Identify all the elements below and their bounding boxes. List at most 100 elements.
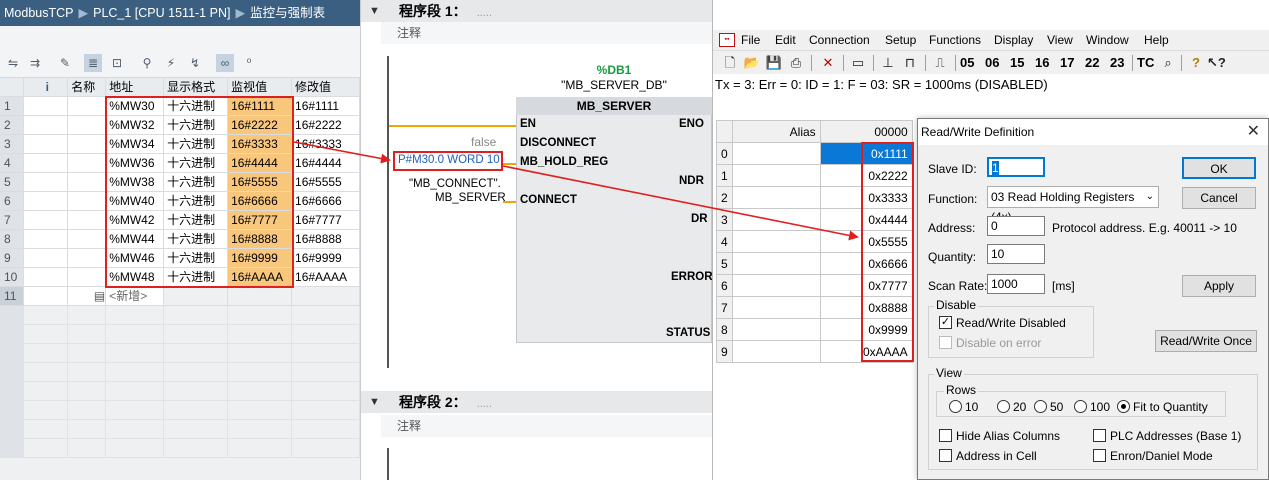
force-off-icon[interactable]: ↯: [186, 54, 204, 72]
register-value-cell[interactable]: 0x1111: [819, 142, 913, 165]
format-cell[interactable]: 十六进制: [163, 134, 229, 154]
address-cell[interactable]: %MW30: [105, 96, 165, 116]
register-row[interactable]: 0 0x1111: [716, 142, 913, 165]
disconnect-icon[interactable]: ⊓: [901, 51, 919, 75]
disable-on-error-checkbox[interactable]: [939, 336, 952, 349]
address-input[interactable]: 0: [987, 216, 1045, 236]
format-cell[interactable]: 十六进制: [163, 153, 229, 173]
register-row[interactable]: 2 0x3333: [716, 186, 913, 209]
menu-setup[interactable]: Setup: [885, 30, 916, 50]
rw-once-button[interactable]: Read/Write Once: [1155, 330, 1257, 352]
function-block[interactable]: [516, 97, 712, 343]
monitor-all-icon[interactable]: ≣: [84, 54, 102, 72]
address-cell[interactable]: %MW36: [105, 153, 165, 173]
menu-view[interactable]: View: [1047, 30, 1073, 50]
breadcrumb-table[interactable]: 监控与强制表: [250, 6, 325, 20]
register-value-cell[interactable]: 0xAAAA: [819, 340, 913, 363]
alias-cell[interactable]: [731, 164, 821, 187]
register-value-cell[interactable]: 0x4444: [819, 208, 913, 231]
alias-cell[interactable]: [731, 274, 821, 297]
col-format-header[interactable]: 显示格式: [163, 78, 229, 97]
table-row[interactable]: 3 %MW34 十六进制 16#3333 16#3333: [0, 134, 360, 154]
single-read-icon[interactable]: ⎍: [931, 51, 949, 75]
address-cell[interactable]: %MW40: [105, 191, 165, 211]
modify-value-cell[interactable]: 16#AAAA: [291, 267, 360, 287]
connect-parameter-2[interactable]: MB_SERVER: [435, 192, 506, 204]
window-icon[interactable]: ▭: [849, 51, 867, 75]
network-2-comment[interactable]: 注释: [381, 415, 712, 437]
network-1-header[interactable]: ▼ 程序段 1：.....: [361, 0, 712, 22]
rows-50-radio[interactable]: [1034, 400, 1047, 413]
rows-fit-radio[interactable]: [1117, 400, 1130, 413]
modify-value-cell[interactable]: 16#4444: [291, 153, 360, 173]
name-cell[interactable]: [67, 267, 107, 287]
fn-17-button[interactable]: 17: [1060, 51, 1074, 75]
format-cell[interactable]: 十六进制: [163, 191, 229, 211]
address-cell[interactable]: %MW46: [105, 248, 165, 268]
name-cell[interactable]: [67, 248, 107, 268]
address-cell[interactable]: %MW44: [105, 229, 165, 249]
fn-15-button[interactable]: 15: [1010, 51, 1024, 75]
col-address-header[interactable]: 地址: [105, 78, 165, 97]
save-icon[interactable]: 💾: [765, 51, 783, 75]
enron-checkbox[interactable]: [1093, 449, 1106, 462]
app-icon[interactable]: ▪▪: [719, 33, 735, 47]
format-cell[interactable]: 十六进制: [163, 210, 229, 230]
modify-value-cell[interactable]: 16#8888: [291, 229, 360, 249]
col-monitor-header[interactable]: 监视值: [227, 78, 293, 97]
menu-help[interactable]: Help: [1144, 30, 1169, 50]
rows-20-radio[interactable]: [997, 400, 1010, 413]
modify-value-cell[interactable]: 16#7777: [291, 210, 360, 230]
hold-reg-parameter[interactable]: P#M30.0 WORD 10: [398, 154, 500, 166]
monitor-one-icon[interactable]: ⁰: [240, 54, 258, 72]
modify-value-cell[interactable]: 16#3333: [291, 134, 360, 154]
register-value-cell[interactable]: 0x7777: [819, 274, 913, 297]
alias-cell[interactable]: [731, 318, 821, 341]
format-cell[interactable]: 十六进制: [163, 172, 229, 192]
menu-window[interactable]: Window: [1086, 30, 1129, 50]
new-row-label[interactable]: <新增>: [105, 286, 165, 306]
modify-once-icon[interactable]: ⚲: [138, 54, 156, 72]
function-select[interactable]: 03 Read Holding Registers (4x)⌄: [987, 186, 1159, 224]
format-cell[interactable]: 十六进制: [163, 267, 229, 287]
instance-db-name[interactable]: %DB1: [516, 63, 712, 77]
fn-06-button[interactable]: 06: [985, 51, 999, 75]
print-icon[interactable]: ⎙: [787, 51, 805, 75]
table-row[interactable]: 10 %MW48 十六进制 16#AAAA 16#AAAA: [0, 267, 360, 287]
fn-22-button[interactable]: 22: [1085, 51, 1099, 75]
register-row[interactable]: 5 0x6666: [716, 252, 913, 275]
alias-cell[interactable]: [731, 142, 821, 165]
register-value-cell[interactable]: 0x3333: [819, 186, 913, 209]
new-row-icon[interactable]: ▤: [67, 286, 107, 306]
help-icon[interactable]: ?: [1187, 51, 1205, 75]
register-row[interactable]: 9 0xAAAA: [716, 340, 913, 363]
address-cell[interactable]: %MW32: [105, 115, 165, 135]
table-row[interactable]: 6 %MW40 十六进制 16#6666 16#6666: [0, 191, 360, 211]
address-cell[interactable]: %MW38: [105, 172, 165, 192]
name-cell[interactable]: [67, 229, 107, 249]
alias-cell[interactable]: [731, 252, 821, 275]
collapse-icon[interactable]: ▼: [369, 0, 380, 22]
connect-parameter-1[interactable]: "MB_CONNECT".: [409, 178, 501, 190]
rows-100-radio[interactable]: [1074, 400, 1087, 413]
alias-cell[interactable]: [731, 186, 821, 209]
modify-value-cell[interactable]: 16#2222: [291, 115, 360, 135]
address-cell[interactable]: %MW48: [105, 267, 165, 287]
cancel-button[interactable]: Cancel: [1182, 187, 1256, 209]
ok-button[interactable]: OK: [1182, 157, 1256, 179]
address-cell[interactable]: %MW42: [105, 210, 165, 230]
name-cell[interactable]: [67, 115, 107, 135]
rw-disabled-checkbox[interactable]: ✓: [939, 316, 952, 329]
table-row[interactable]: 7 %MW42 十六进制 16#7777 16#7777: [0, 210, 360, 230]
register-value-cell[interactable]: 0x6666: [819, 252, 913, 275]
close-x-icon[interactable]: ✕: [819, 51, 837, 75]
fn-05-button[interactable]: 05: [960, 51, 974, 75]
insert-row-icon[interactable]: ⇋: [4, 54, 22, 72]
breadcrumb-plc[interactable]: PLC_1 [CPU 1511-1 PN]: [93, 6, 230, 20]
new-file-icon[interactable]: 🗋: [721, 51, 739, 75]
network-1-comment[interactable]: 注释: [381, 22, 712, 44]
modify-value-cell[interactable]: 16#6666: [291, 191, 360, 211]
traffic-icon[interactable]: ⌕: [1159, 51, 1177, 75]
register-row[interactable]: 4 0x5555: [716, 230, 913, 253]
table-row[interactable]: 9 %MW46 十六进制 16#9999 16#9999: [0, 248, 360, 268]
